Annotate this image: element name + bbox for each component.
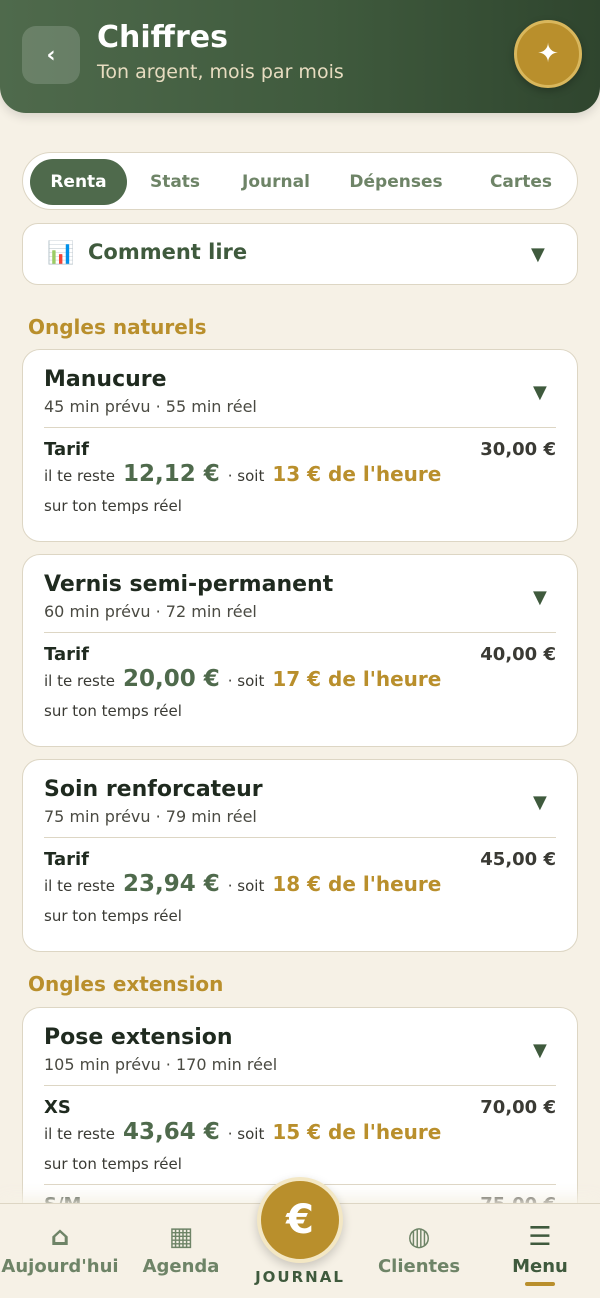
journal-fab-label[interactable]: JOURNAL: [230, 1268, 370, 1286]
remaining-line: il te reste 20,00 € · soit 17 € de l'heu…: [44, 666, 441, 692]
remaining-amount: 20,00 €: [122, 666, 220, 692]
real-time-note: sur ton temps réel: [44, 497, 182, 515]
hourly-rate: 15 € de l'heure: [272, 1120, 442, 1144]
chevron-left-icon: ‹: [46, 42, 56, 68]
journal-fab-button[interactable]: €: [257, 1177, 343, 1263]
tab-cartes[interactable]: Cartes: [473, 159, 569, 205]
nav-item-aujourdhui[interactable]: ⌂ Aujourd'hui: [0, 1220, 120, 1277]
tier-label: Tarif: [44, 439, 89, 460]
divider: [44, 837, 556, 838]
service-duration: 75 min prévu · 79 min réel: [44, 807, 257, 826]
sparkle-button[interactable]: ✦: [514, 20, 582, 88]
home-icon: ⌂: [50, 1222, 70, 1252]
nav-label: Agenda: [142, 1256, 220, 1277]
real-time-note: sur ton temps réel: [44, 702, 182, 720]
nav-item-agenda[interactable]: ▦ Agenda: [121, 1220, 241, 1277]
nav-label: Aujourd'hui: [1, 1256, 119, 1277]
page-title: Chiffres: [97, 20, 228, 55]
section-title: Ongles extension: [28, 972, 224, 996]
sparkle-icon: ✦: [537, 39, 559, 69]
tier-price: 70,00 €: [480, 1097, 556, 1118]
service-card-soin[interactable]: Soin renforcateur 75 min prévu · 79 min …: [22, 759, 578, 952]
calendar-icon: ▦: [168, 1222, 194, 1252]
tab-depenses[interactable]: Dépenses: [341, 159, 451, 205]
remaining-prefix: il te reste: [44, 877, 115, 895]
app-header: ‹ Chiffres Ton argent, mois par mois ✦: [0, 0, 600, 113]
real-time-note: sur ton temps réel: [44, 907, 182, 925]
back-button[interactable]: ‹: [22, 26, 80, 84]
service-duration: 105 min prévu · 170 min réel: [44, 1055, 278, 1074]
service-card-vernis[interactable]: Vernis semi-permanent 60 min prévu · 72 …: [22, 554, 578, 747]
service-duration: 60 min prévu · 72 min réel: [44, 602, 257, 621]
remaining-line: il te reste 43,64 € · soit 15 € de l'heu…: [44, 1119, 441, 1145]
service-name: Manucure: [44, 367, 167, 392]
remaining-amount: 23,94 €: [122, 871, 220, 897]
remaining-amount: 43,64 €: [122, 1119, 220, 1145]
chevron-down-icon[interactable]: ▼: [533, 1040, 547, 1061]
chevron-down-icon[interactable]: ▼: [533, 792, 547, 813]
remaining-line: il te reste 12,12 € · soit 13 € de l'heu…: [44, 461, 441, 487]
real-time-note: sur ton temps réel: [44, 1155, 182, 1173]
tier-label: Tarif: [44, 644, 89, 665]
tier-price: 40,00 €: [480, 644, 556, 665]
divider: [44, 632, 556, 633]
nav-item-clientes[interactable]: ◍ Clientes: [359, 1220, 479, 1277]
how-to-read-label: Comment lire: [88, 240, 248, 264]
soit-label: · soit: [227, 1125, 265, 1143]
service-name: Pose extension: [44, 1025, 233, 1050]
tab-journal[interactable]: Journal: [228, 159, 324, 205]
tab-bar: Renta Stats Journal Dépenses Cartes: [22, 152, 578, 210]
clients-icon: ◍: [407, 1222, 431, 1252]
hourly-rate: 17 € de l'heure: [272, 667, 442, 691]
page-subtitle: Ton argent, mois par mois: [97, 61, 344, 83]
service-name: Soin renforcateur: [44, 777, 263, 802]
euro-icon: €: [286, 1197, 314, 1243]
hourly-rate: 13 € de l'heure: [272, 462, 442, 486]
soit-label: · soit: [227, 877, 265, 895]
tier-label: Tarif: [44, 849, 89, 870]
hourly-rate: 18 € de l'heure: [272, 872, 442, 896]
nav-label: Menu: [512, 1256, 568, 1277]
tier-label: XS: [44, 1097, 71, 1118]
divider: [44, 1085, 556, 1086]
chevron-down-icon: ▼: [531, 244, 545, 265]
divider: [44, 427, 556, 428]
tier-price: 45,00 €: [480, 849, 556, 870]
remaining-line: il te reste 23,94 € · soit 18 € de l'heu…: [44, 871, 441, 897]
remaining-amount: 12,12 €: [122, 461, 220, 487]
section-title: Ongles naturels: [28, 315, 207, 339]
tab-stats[interactable]: Stats: [135, 159, 215, 205]
service-duration: 45 min prévu · 55 min réel: [44, 397, 257, 416]
menu-icon: ☰: [528, 1222, 552, 1252]
service-card-manucure[interactable]: Manucure 45 min prévu · 55 min réel ▼ Ta…: [22, 349, 578, 542]
soit-label: · soit: [227, 467, 265, 485]
nav-item-menu[interactable]: ☰ Menu: [480, 1220, 600, 1286]
remaining-prefix: il te reste: [44, 467, 115, 485]
tier-price: 30,00 €: [480, 439, 556, 460]
chevron-down-icon[interactable]: ▼: [533, 587, 547, 608]
remaining-prefix: il te reste: [44, 672, 115, 690]
how-to-read-accordion[interactable]: 📊 Comment lire ▼: [22, 223, 578, 285]
remaining-prefix: il te reste: [44, 1125, 115, 1143]
chevron-down-icon[interactable]: ▼: [533, 382, 547, 403]
active-indicator: [525, 1282, 555, 1286]
service-name: Vernis semi-permanent: [44, 572, 334, 597]
tab-renta[interactable]: Renta: [30, 159, 127, 205]
soit-label: · soit: [227, 672, 265, 690]
bar-chart-icon: 📊: [47, 241, 75, 266]
nav-label: Clientes: [377, 1256, 461, 1277]
